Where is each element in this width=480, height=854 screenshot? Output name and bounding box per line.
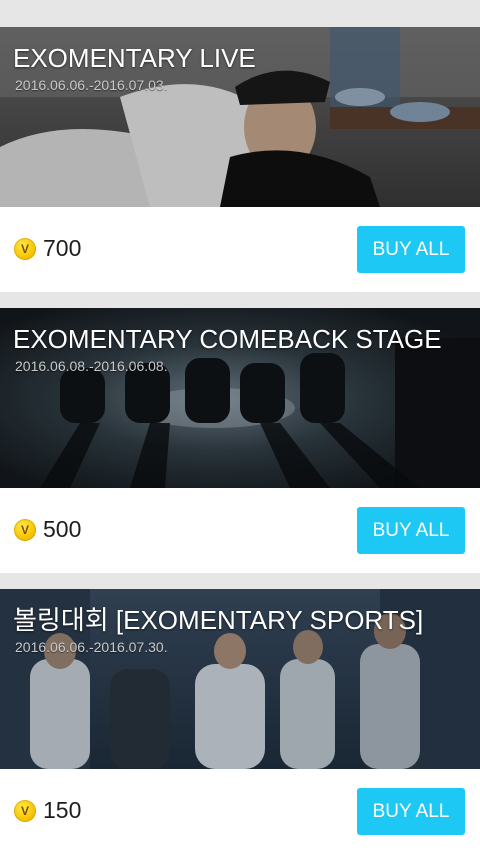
price-row: V 500 BUY ALL xyxy=(0,488,480,573)
package-title: EXOMENTARY LIVE xyxy=(13,43,256,73)
package-price: 500 xyxy=(43,516,82,542)
buy-all-button[interactable]: BUY ALL xyxy=(357,788,465,835)
package-card: EXOMENTARY LIVE 2016.06.06.-2016.07.03. … xyxy=(0,27,480,292)
package-price: 700 xyxy=(43,235,82,261)
buy-all-button[interactable]: BUY ALL xyxy=(357,226,465,273)
v-coin-icon: V xyxy=(14,519,36,541)
package-title: EXOMENTARY COMEBACK STAGE xyxy=(13,324,442,354)
v-coin-icon: V xyxy=(14,238,36,260)
package-period: 2016.06.06.-2016.07.03. xyxy=(15,77,168,93)
package-banner[interactable]: EXOMENTARY LIVE 2016.06.06.-2016.07.03. xyxy=(0,27,480,207)
package-price: 150 xyxy=(43,797,82,823)
buy-all-button[interactable]: BUY ALL xyxy=(357,507,465,554)
price-row: V 700 BUY ALL xyxy=(0,207,480,292)
price-row: V 150 BUY ALL xyxy=(0,769,480,854)
package-banner[interactable]: 볼링대회 [EXOMENTARY SPORTS] 2016.06.06.-201… xyxy=(0,589,480,769)
package-card: EXOMENTARY COMEBACK STAGE 2016.06.08.-20… xyxy=(0,308,480,573)
package-period: 2016.06.06.-2016.07.30. xyxy=(15,639,168,655)
package-card: 볼링대회 [EXOMENTARY SPORTS] 2016.06.06.-201… xyxy=(0,589,480,854)
package-period: 2016.06.08.-2016.06.08. xyxy=(15,358,168,374)
v-coin-icon: V xyxy=(14,800,36,822)
package-title: 볼링대회 [EXOMENTARY SPORTS] xyxy=(13,605,424,635)
package-banner[interactable]: EXOMENTARY COMEBACK STAGE 2016.06.08.-20… xyxy=(0,308,480,488)
